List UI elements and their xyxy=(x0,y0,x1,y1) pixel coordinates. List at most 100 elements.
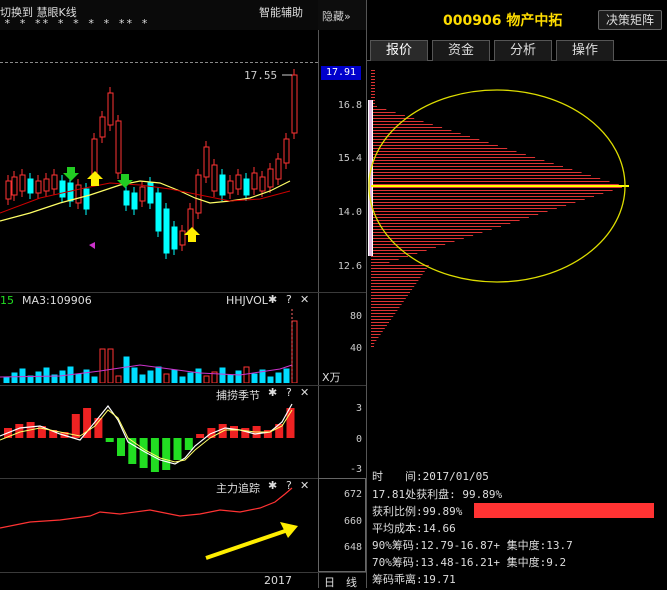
chip-bar xyxy=(371,325,387,326)
separator-footer xyxy=(0,572,366,573)
volume-bar xyxy=(99,348,106,383)
season-bar xyxy=(105,438,114,442)
chip-bar xyxy=(371,265,429,266)
candle-body xyxy=(59,180,66,198)
volume-bar xyxy=(27,375,34,383)
volume-bar xyxy=(91,376,98,383)
candle-body xyxy=(139,186,146,202)
candle-body xyxy=(259,176,266,192)
chip-bar xyxy=(371,217,529,218)
chip-bar xyxy=(371,76,375,77)
chip-bar xyxy=(371,151,517,152)
chip-bar xyxy=(371,184,619,185)
marker-triangle-icon xyxy=(89,242,95,249)
chip-70: 70%筹码:13.48-16.21+ 集中度:9.2 xyxy=(372,556,567,569)
season-chart[interactable] xyxy=(0,400,318,476)
yellow-arrow-icon xyxy=(205,522,298,560)
tab-quote[interactable]: 报价 xyxy=(370,40,428,61)
volume-bar xyxy=(19,368,26,383)
volume-bar xyxy=(83,369,90,383)
chip-bar xyxy=(371,214,539,215)
volume-bar xyxy=(283,368,290,383)
chip-90: 90%筹码:12.79-16.87+ 集中度:13.7 xyxy=(372,539,573,552)
volume-bar xyxy=(243,366,250,383)
time-label: 时 间: xyxy=(372,470,423,483)
trace-chart[interactable] xyxy=(0,480,318,572)
help-icon[interactable]: ? xyxy=(286,386,292,399)
volume-tick: 40 xyxy=(349,343,362,354)
time-value: 2017/01/05 xyxy=(422,470,489,483)
tab-analysis[interactable]: 分析 xyxy=(494,40,552,61)
help-icon[interactable]: ? xyxy=(286,293,292,306)
season-bar xyxy=(128,438,137,464)
chip-bar xyxy=(371,148,508,149)
volume-chart[interactable] xyxy=(0,307,318,383)
price-tick: 14.0 xyxy=(337,207,362,218)
smart-assist-button[interactable]: 智能辅助 xyxy=(259,4,303,20)
chip-bar xyxy=(371,271,425,272)
avg-cost: 平均成本:14.66 xyxy=(372,522,456,535)
gear-icon[interactable]: ✱ xyxy=(268,386,277,399)
chip-bar xyxy=(371,97,375,98)
close-icon[interactable]: ✕ xyxy=(300,293,309,306)
chip-bar xyxy=(371,88,375,89)
candle-body xyxy=(227,180,234,194)
price-tick: 16.8 xyxy=(337,100,362,111)
chip-bar xyxy=(371,316,394,317)
chip-bar xyxy=(371,286,415,287)
chip-bar xyxy=(371,298,406,299)
separator-trace xyxy=(0,478,366,479)
chip-bar xyxy=(371,175,591,176)
tab-operation[interactable]: 操作 xyxy=(556,40,614,61)
volume-bar xyxy=(123,356,130,383)
chip-bar xyxy=(371,310,398,311)
chip-bar xyxy=(371,121,424,122)
decision-matrix-button[interactable]: 决策矩阵 xyxy=(598,10,662,30)
season-tick: 3 xyxy=(355,403,362,414)
volume-bar xyxy=(131,367,138,383)
tab-funds[interactable]: 资金 xyxy=(432,40,490,61)
volume-indicator-name[interactable]: HHJVOL xyxy=(226,294,268,307)
volume-bar xyxy=(3,376,10,383)
chip-bar xyxy=(371,178,601,179)
volume-bar xyxy=(235,370,242,383)
gear-icon[interactable]: ✱ xyxy=(268,293,277,306)
volume-bar xyxy=(267,376,274,383)
volume-bar xyxy=(219,367,226,383)
season-bar xyxy=(15,424,24,438)
chip-bar xyxy=(371,127,443,128)
chip-bar xyxy=(371,136,470,137)
volume-bar xyxy=(171,369,178,383)
chip-distribution-chart[interactable] xyxy=(367,62,667,362)
trace-tick: 660 xyxy=(343,516,362,527)
candle-body xyxy=(283,138,290,164)
chip-bar xyxy=(371,166,563,167)
candle-body xyxy=(203,146,210,178)
chip-bar xyxy=(371,118,415,119)
season-bar xyxy=(117,438,125,456)
candle-body xyxy=(5,180,12,200)
chip-bar xyxy=(371,292,410,293)
profit-ratio-label: 获利比例: xyxy=(372,505,423,518)
hide-button[interactable]: 隐藏» xyxy=(322,8,351,24)
profit-ratio-bar xyxy=(474,503,654,518)
volume-bar xyxy=(227,374,234,383)
chip-bar xyxy=(371,139,480,140)
chip-bar xyxy=(371,223,511,224)
chip-bar xyxy=(371,334,381,335)
candlestick-chart[interactable]: 17.55 xyxy=(0,63,318,291)
chip-bar xyxy=(371,130,452,131)
season-bar xyxy=(230,426,238,438)
chip-bar xyxy=(371,295,408,296)
close-icon[interactable]: ✕ xyxy=(300,386,309,399)
candle-body xyxy=(115,120,122,174)
volume-bar xyxy=(155,366,162,383)
chip-bar xyxy=(371,112,396,113)
candle-body xyxy=(99,116,106,138)
candle-body xyxy=(219,174,226,196)
candle-body xyxy=(235,174,242,190)
chip-bar xyxy=(371,340,377,341)
volume-bar xyxy=(115,375,122,383)
chip-bar xyxy=(371,337,379,338)
profit-line: 17.81处获利盘: 99.89% xyxy=(372,488,503,501)
